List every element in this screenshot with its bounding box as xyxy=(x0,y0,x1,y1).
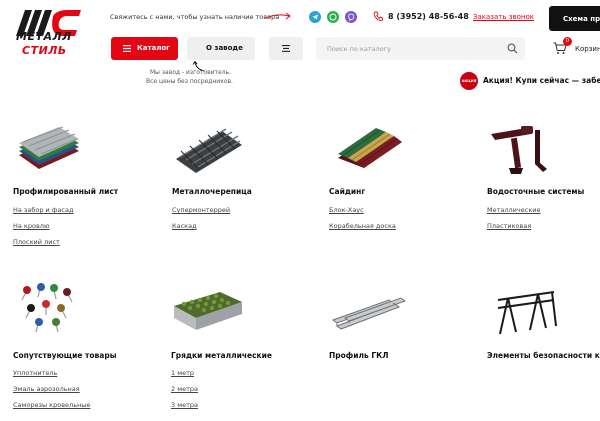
catalog-button-label: Каталог xyxy=(137,44,170,52)
subcategory-link[interactable]: Плоский лист xyxy=(13,238,60,246)
subcategory-link[interactable]: Саморезы кровельные xyxy=(13,401,90,409)
garden-bed-image xyxy=(174,292,242,330)
phone-icon xyxy=(373,11,383,21)
category-title[interactable]: Сопутствующие товары xyxy=(13,351,117,360)
subcategory-link[interactable]: Супермонтеррей xyxy=(172,206,230,214)
profiled-sheet-image xyxy=(19,126,79,169)
roof-safety-image xyxy=(497,291,557,335)
about-tooltip-line2: Все цены без посредников. xyxy=(146,78,233,85)
category-card-roof-safety[interactable] xyxy=(494,286,558,338)
category-card-drywall-profile[interactable] xyxy=(331,292,407,332)
arrow-right-icon xyxy=(265,12,291,20)
search-icon[interactable] xyxy=(507,43,518,54)
logo-text-stil: СТИЛЬ xyxy=(22,44,67,57)
subcategory-link[interactable]: 1 метр xyxy=(171,369,194,377)
drywall-profile-image xyxy=(331,297,407,330)
roofing-screws-image xyxy=(21,283,73,333)
viber-icon[interactable] xyxy=(345,11,357,23)
category-title[interactable]: Металлочерепица xyxy=(172,187,252,196)
about-factory-label: О заводе xyxy=(206,44,243,52)
gutter-image xyxy=(491,126,547,174)
category-card-profiled-sheet[interactable] xyxy=(13,125,83,173)
whatsapp-icon[interactable] xyxy=(327,11,339,23)
subcategory-link[interactable]: 2 метра xyxy=(171,385,198,393)
subcategory-link[interactable]: На забор и фасад xyxy=(13,206,73,214)
hamburger-icon xyxy=(282,45,290,52)
siding-image xyxy=(338,128,402,168)
subcategory-link[interactable]: Металлические xyxy=(487,206,540,214)
subcategory-link[interactable]: Пластиковая xyxy=(487,222,531,230)
route-scheme-button[interactable]: Схема проезда xyxy=(549,6,600,31)
category-card-metal-tile[interactable] xyxy=(172,125,244,175)
category-title[interactable]: Грядки металлические xyxy=(171,351,272,360)
category-title[interactable]: Элементы безопасности кровли xyxy=(487,351,600,360)
contact-hint: Свяжитесь с нами, чтобы узнать наличие т… xyxy=(110,13,280,21)
subcategory-link[interactable]: Блок-Хаус xyxy=(329,206,364,214)
category-card-gutter[interactable] xyxy=(487,124,551,176)
subcategory-link[interactable]: Эмаль аэрозольная xyxy=(13,385,80,393)
subcategory-link[interactable]: 3 метра xyxy=(171,401,198,409)
about-tooltip-line1: Мы завод - изготовитель. xyxy=(150,69,232,76)
search-input[interactable] xyxy=(316,37,525,60)
more-menu-button[interactable] xyxy=(269,37,303,60)
category-title[interactable]: Профиль ГКЛ xyxy=(329,351,388,360)
about-factory-button[interactable]: О заводе xyxy=(187,37,255,60)
subcategory-link[interactable]: На кровлю xyxy=(13,222,49,230)
metal-tile-image xyxy=(176,128,242,173)
catalog-button[interactable]: Каталог xyxy=(111,37,178,60)
category-card-garden-beds[interactable] xyxy=(170,288,244,332)
category-card-siding[interactable] xyxy=(336,128,404,170)
category-title[interactable]: Профилированный лист xyxy=(13,187,118,196)
menu-icon xyxy=(123,45,131,52)
cart-count-badge: 0 xyxy=(563,37,572,46)
category-title[interactable]: Водосточные системы xyxy=(487,187,584,196)
subcategory-link[interactable]: Каскад xyxy=(172,222,197,230)
promo-text[interactable]: Акция! Купи сейчас — заберешь xyxy=(483,76,600,85)
logo-text-metall: МЕТАЛЛ xyxy=(16,30,72,43)
category-card-accessories[interactable] xyxy=(16,282,80,334)
category-title[interactable]: Сайдинг xyxy=(329,187,365,196)
telegram-icon[interactable] xyxy=(309,11,321,23)
subcategory-link[interactable]: Уплотнитель xyxy=(13,369,57,377)
phone-number[interactable]: 8 (3952) 48-56-48 xyxy=(388,12,469,21)
subcategory-link[interactable]: Корабельная доска xyxy=(329,222,396,230)
callback-link[interactable]: Заказать звонок xyxy=(473,13,534,21)
cart-label[interactable]: Корзина xyxy=(575,45,600,53)
promo-badge[interactable]: АКЦИЯ xyxy=(460,72,478,90)
